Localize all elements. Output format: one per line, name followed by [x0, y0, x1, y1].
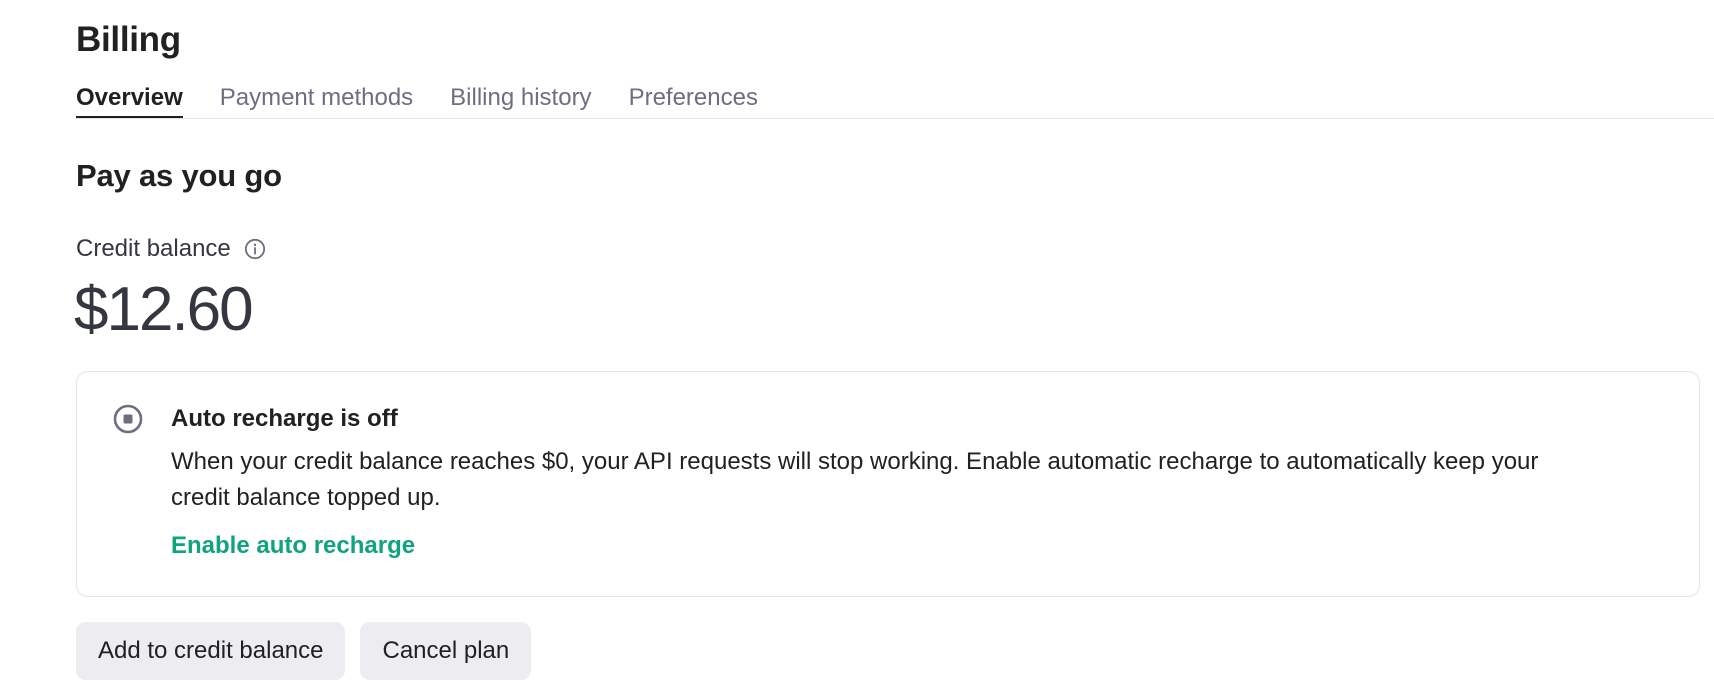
stop-circle-icon	[113, 404, 143, 434]
auto-recharge-notice: Auto recharge is off When your credit ba…	[76, 371, 1700, 597]
page-title: Billing	[76, 20, 181, 59]
credit-balance-amount: $12.60	[74, 275, 254, 344]
cancel-plan-button[interactable]: Cancel plan	[360, 622, 532, 680]
tab-payment-methods[interactable]: Payment methods	[220, 78, 413, 118]
billing-actions: Add to credit balance Cancel plan	[76, 622, 532, 680]
notice-title: Auto recharge is off	[171, 405, 398, 432]
plan-title: Pay as you go	[76, 158, 282, 193]
credit-balance-label: Credit balance	[76, 235, 231, 262]
tab-billing-history[interactable]: Billing history	[450, 78, 591, 118]
billing-tabs: Overview Payment methods Billing history…	[76, 78, 1714, 119]
info-circle-icon[interactable]	[243, 237, 267, 261]
tab-preferences[interactable]: Preferences	[629, 78, 758, 118]
enable-auto-recharge-link[interactable]: Enable auto recharge	[171, 529, 415, 563]
add-to-credit-balance-button[interactable]: Add to credit balance	[76, 622, 346, 680]
notice-body: When your credit balance reaches $0, you…	[171, 448, 1539, 511]
credit-balance-label-row: Credit balance	[76, 232, 267, 266]
tab-overview[interactable]: Overview	[76, 78, 183, 118]
